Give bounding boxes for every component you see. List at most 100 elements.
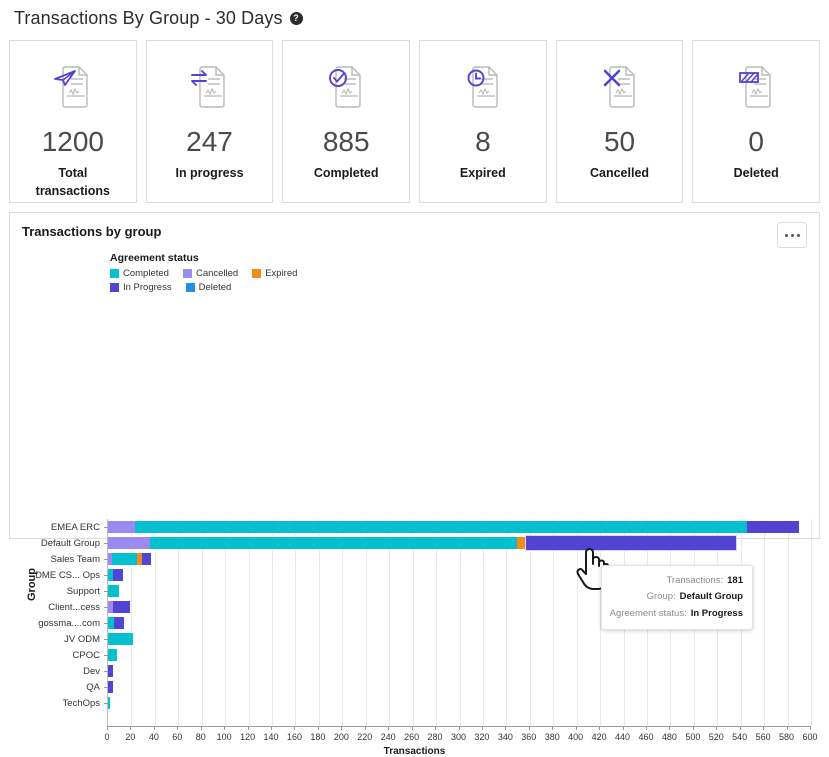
x-axis-tick (646, 726, 647, 730)
x-axis-label: 200 (334, 732, 349, 742)
stat-card-label: Completed (314, 165, 379, 183)
stat-card-expired[interactable]: 8Expired (419, 40, 547, 203)
document-exchange-icon (182, 58, 238, 116)
x-axis-label: 460 (638, 732, 653, 742)
bar-segment-in-progress[interactable] (525, 535, 737, 551)
x-axis-label: 60 (172, 732, 182, 742)
bar-segment-completed[interactable] (112, 553, 138, 565)
chart-panel: Transactions by group Agreement status C… (9, 212, 820, 539)
x-axis-label: 440 (615, 732, 630, 742)
bar-segment-in-progress[interactable] (108, 681, 113, 693)
bar-segment-in-progress[interactable] (747, 521, 800, 533)
bar-segment-completed[interactable] (150, 537, 517, 549)
tooltip-key: Agreement status: (608, 606, 691, 622)
bar-row (108, 695, 811, 711)
x-axis-tick (552, 726, 553, 730)
bar-segment-in-progress[interactable] (113, 601, 131, 613)
document-cross-icon (592, 58, 648, 116)
y-axis-label: DME CS... Ops (30, 567, 102, 583)
bar-row (108, 647, 811, 663)
bar-segment-cancelled[interactable] (108, 521, 135, 533)
x-axis-tick (740, 726, 741, 730)
y-axis-label: Client...cess (30, 599, 102, 615)
stat-card-label: Cancelled (590, 165, 649, 183)
stat-card-cancelled[interactable]: 50Cancelled (556, 40, 684, 203)
bar-row (108, 679, 811, 695)
tooltip-row: Group:Default Group (608, 589, 743, 605)
x-axis-label: 340 (498, 732, 513, 742)
bar-segment-in-progress[interactable] (108, 665, 113, 677)
stat-card-label: Total transactions (27, 165, 119, 201)
document-deleted-icon (728, 58, 784, 116)
info-icon[interactable]: ? (290, 12, 303, 25)
x-axis-label: 100 (217, 732, 232, 742)
y-axis-tick (104, 671, 108, 672)
stat-card-label: In progress (175, 165, 243, 183)
x-axis-tick (787, 726, 788, 730)
x-axis-label: 140 (264, 732, 279, 742)
x-axis-label: 40 (149, 732, 159, 742)
y-axis-tick (104, 527, 108, 528)
stat-card-value: 1200 (42, 128, 104, 156)
x-axis-tick (365, 726, 366, 730)
x-axis-tick (341, 726, 342, 730)
x-axis-label: 400 (568, 732, 583, 742)
x-axis-label: 120 (240, 732, 255, 742)
x-axis-label: 240 (381, 732, 396, 742)
document-clock-icon (455, 58, 511, 116)
tooltip-key: Transactions: (608, 573, 727, 589)
y-axis-tick (104, 591, 108, 592)
y-axis-label: Sales Team (30, 551, 102, 567)
stat-card-value: 247 (186, 128, 233, 156)
tooltip-value: In Progress (691, 606, 743, 622)
x-axis-tick (529, 726, 530, 730)
bar-segment-completed[interactable] (108, 633, 133, 645)
page-title: Transactions By Group - 30 Days (14, 8, 283, 29)
stat-card-value: 0 (748, 128, 764, 156)
y-axis-tick (104, 575, 108, 576)
y-axis-tick (104, 639, 108, 640)
x-axis-tick (224, 726, 225, 730)
stat-card-in-progress[interactable]: 247 In progress (146, 40, 274, 203)
x-axis-tick (177, 726, 178, 730)
bar-segment-completed[interactable] (108, 585, 119, 597)
y-axis-label: Dev (30, 663, 102, 679)
stat-card-completed[interactable]: 885Completed (282, 40, 410, 203)
y-axis-label: EMEA ERC (30, 519, 102, 535)
gridline (811, 519, 812, 726)
y-axis-tick (104, 655, 108, 656)
x-axis-label: 480 (662, 732, 677, 742)
bar-row (108, 535, 811, 551)
bar-segment-completed[interactable] (108, 649, 117, 661)
y-axis-label: Default Group (30, 535, 102, 551)
x-axis-label: 520 (709, 732, 724, 742)
x-axis-label: 220 (357, 732, 372, 742)
document-send-icon (45, 58, 101, 116)
x-axis-tick (505, 726, 506, 730)
stat-card-label: Deleted (734, 165, 779, 183)
chart-tooltip: Transactions:181Group:Default GroupAgree… (601, 565, 753, 630)
bar-segment-cancelled[interactable] (108, 537, 150, 549)
bar-segment-completed[interactable] (108, 697, 110, 709)
x-axis-tick (130, 726, 131, 730)
stat-card-total-transactions[interactable]: 1200 Total transactions (9, 40, 137, 203)
x-axis-title: Transactions (10, 746, 819, 757)
x-axis-tick (576, 726, 577, 730)
y-axis-label: Support (30, 583, 102, 599)
stat-card-deleted[interactable]: 0 Deleted (692, 40, 820, 203)
y-axis-tick (104, 607, 108, 608)
bar-segment-completed[interactable] (135, 521, 747, 533)
x-axis-tick (412, 726, 413, 730)
bar-segment-in-progress[interactable] (142, 553, 151, 565)
y-axis-label: CPOC (30, 647, 102, 663)
stat-card-value: 8 (475, 128, 491, 156)
x-axis-tick (459, 726, 460, 730)
x-axis-label: 300 (451, 732, 466, 742)
bar-segment-expired[interactable] (517, 537, 525, 549)
y-axis-label: TechOps (30, 695, 102, 711)
x-axis-tick (201, 726, 202, 730)
x-axis-label: 600 (802, 732, 817, 742)
bar-segment-in-progress[interactable] (114, 617, 125, 629)
x-axis-label: 540 (732, 732, 747, 742)
page-header: Transactions By Group - 30 Days ? (0, 0, 829, 35)
